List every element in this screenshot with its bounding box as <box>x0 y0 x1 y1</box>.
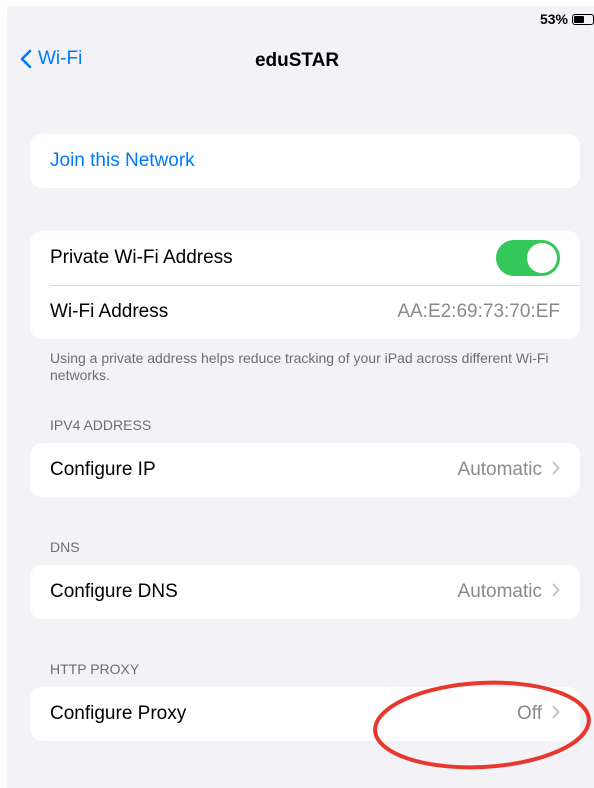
configure-proxy-row[interactable]: Configure Proxy Off <box>30 687 580 741</box>
navigation-bar: Wi-Fi eduSTAR <box>0 44 594 80</box>
proxy-section-header: HTTP PROXY <box>50 661 140 677</box>
configure-dns-value: Automatic <box>457 581 542 602</box>
dns-group: Configure DNS Automatic <box>30 565 580 619</box>
chevron-right-icon <box>552 581 560 603</box>
wifi-address-label: Wi-Fi Address <box>50 301 169 322</box>
configure-dns-label: Configure DNS <box>50 581 178 602</box>
proxy-group: Configure Proxy Off <box>30 687 580 741</box>
configure-proxy-value: Off <box>517 703 542 724</box>
configure-proxy-label: Configure Proxy <box>50 703 187 724</box>
join-network-label: Join this Network <box>50 150 195 171</box>
wifi-address-row: Wi-Fi Address AA:E2:69:73:70:EF <box>30 285 580 339</box>
toggle-knob <box>527 243 557 273</box>
status-bar: 53% <box>540 9 594 29</box>
private-address-label: Private Wi-Fi Address <box>50 247 233 268</box>
wifi-address-value: AA:E2:69:73:70:EF <box>397 301 560 322</box>
join-network-group: Join this Network <box>30 134 580 188</box>
configure-dns-row[interactable]: Configure DNS Automatic <box>30 565 580 619</box>
dns-section-header: DNS <box>50 539 80 555</box>
configure-ip-row[interactable]: Configure IP Automatic <box>30 443 580 497</box>
private-address-group: Private Wi-Fi Address Wi-Fi Address AA:E… <box>30 231 580 339</box>
configure-ip-value: Automatic <box>457 459 542 480</box>
private-address-toggle[interactable] <box>496 240 560 276</box>
private-address-row: Private Wi-Fi Address <box>30 231 580 285</box>
battery-percent: 53% <box>539 11 568 27</box>
page-title: eduSTAR <box>254 50 340 71</box>
configure-ip-label: Configure IP <box>50 459 156 480</box>
battery-level-fill <box>574 15 584 23</box>
ipv4-group: Configure IP Automatic <box>30 443 580 497</box>
screen: 53% Wi-Fi eduSTAR Join this Network Priv… <box>0 0 594 788</box>
private-address-footnote: Using a private address helps reduce tra… <box>50 350 549 383</box>
ipv4-section-header: IPV4 ADDRESS <box>50 417 152 433</box>
battery-icon <box>572 13 594 25</box>
chevron-right-icon <box>552 703 560 725</box>
chevron-right-icon <box>552 459 560 481</box>
join-network-button[interactable]: Join this Network <box>30 134 580 188</box>
